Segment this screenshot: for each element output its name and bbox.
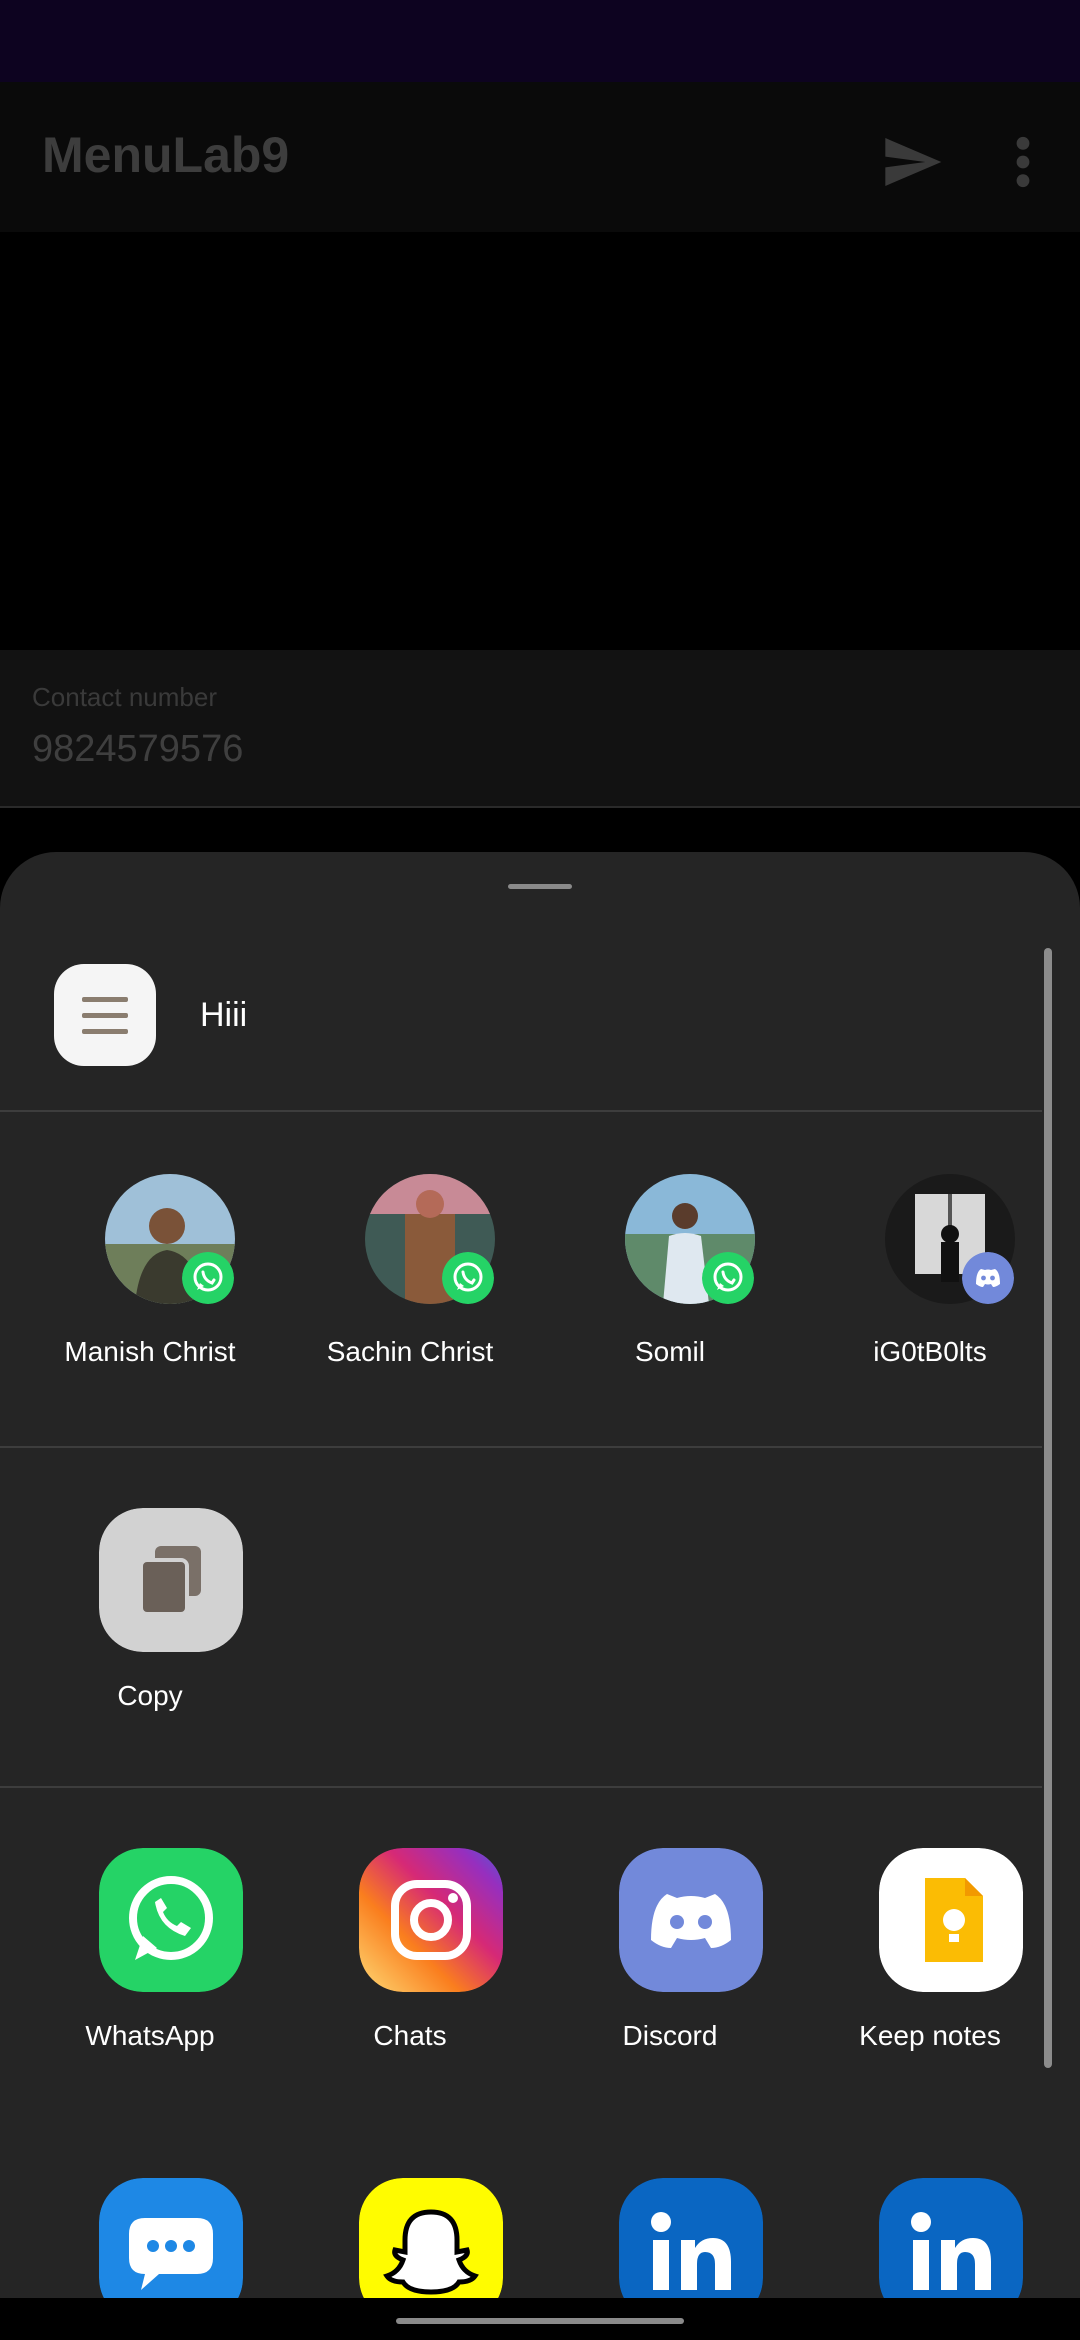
whatsapp-icon — [702, 1252, 754, 1304]
share-app-whatsapp[interactable]: WhatsApp — [20, 1848, 280, 2051]
copy-label: Copy — [117, 1680, 183, 1711]
direct-share-manish-christ[interactable]: Manish Christ — [20, 1174, 280, 1394]
contact-number-label: Contact number — [32, 682, 217, 712]
app-bar: MenuLab9 — [0, 82, 1080, 232]
share-app-messages[interactable] — [20, 2178, 280, 2298]
direct-share-name: Somil — [634, 1336, 705, 1367]
direct-share-name: Manish Christ — [64, 1336, 236, 1367]
discord-icon — [962, 1252, 1014, 1304]
contact-number-field[interactable]: Contact number 9824579576 — [0, 650, 1080, 808]
app-title: MenuLab9 — [42, 127, 290, 183]
linkedin-icon — [619, 2178, 763, 2298]
share-app-chats[interactable]: Chats — [280, 1848, 540, 2051]
messages-icon — [99, 2178, 243, 2298]
whatsapp-icon — [442, 1252, 494, 1304]
text-preview-icon — [54, 964, 156, 1066]
discord-icon — [619, 1848, 763, 1992]
share-app-discord[interactable]: Discord — [540, 1848, 800, 2051]
keep-notes-icon — [879, 1848, 1023, 1992]
whatsapp-icon — [182, 1252, 234, 1304]
share-app-linkedin-2[interactable] — [800, 2178, 1060, 2298]
direct-share-ig0tb0lts[interactable]: iG0tB0lts — [800, 1174, 1060, 1394]
share-app-keep-notes[interactable]: Keep notes — [800, 1848, 1060, 2051]
direct-share-sachin-christ[interactable]: Sachin Christ — [280, 1174, 540, 1394]
navigation-bar — [0, 2298, 1080, 2340]
home-gesture-handle[interactable] — [396, 2318, 684, 2324]
copy-button[interactable]: Copy — [20, 1508, 280, 1711]
divider — [0, 1110, 1042, 1112]
share-app-linkedin[interactable] — [540, 2178, 800, 2298]
instagram-icon — [359, 1848, 503, 1992]
app-label: WhatsApp — [85, 2020, 215, 2051]
app-label: Keep notes — [859, 2020, 1001, 2051]
contact-number-value[interactable]: 9824579576 — [32, 728, 243, 771]
shared-text-preview: Hiii — [200, 996, 248, 1034]
more-options-icon[interactable] — [1000, 130, 1046, 194]
linkedin-icon — [879, 2178, 1023, 2298]
divider — [0, 1786, 1042, 1788]
direct-share-somil[interactable]: Somil — [540, 1174, 800, 1394]
content-area — [0, 232, 1080, 652]
direct-share-name: Sachin Christ — [326, 1336, 494, 1367]
status-bar — [0, 0, 1080, 82]
divider — [0, 1446, 1042, 1448]
drag-handle[interactable] — [508, 884, 572, 889]
send-icon[interactable] — [880, 130, 944, 194]
share-app-snapchat[interactable] — [280, 2178, 540, 2298]
snapchat-icon — [359, 2178, 503, 2298]
app-label: Discord — [622, 2020, 718, 2051]
whatsapp-icon — [99, 1848, 243, 1992]
share-sheet: Hiii Manish Christ Sachin Christ Somil i… — [0, 852, 1080, 2298]
direct-share-name: iG0tB0lts — [873, 1336, 987, 1367]
copy-icon — [99, 1508, 243, 1652]
app-label: Chats — [373, 2020, 447, 2051]
